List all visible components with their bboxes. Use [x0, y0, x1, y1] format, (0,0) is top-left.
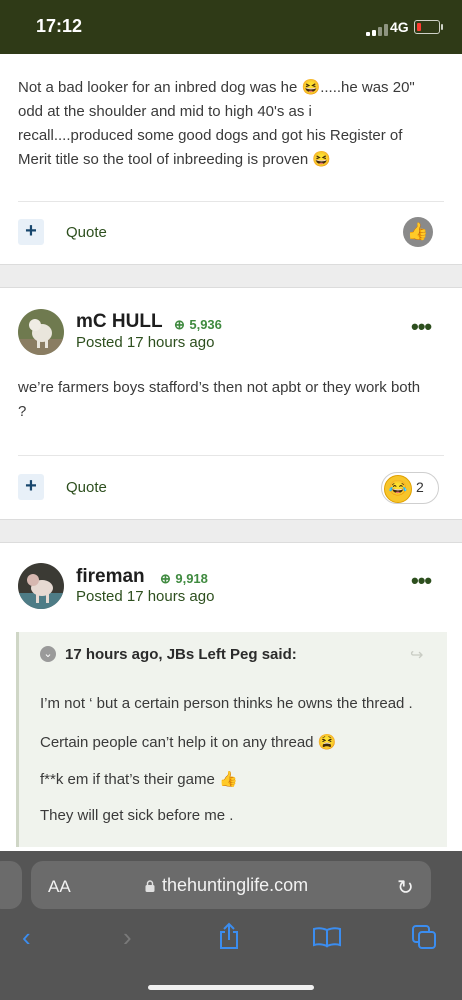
- reaction-count: 2: [416, 479, 424, 495]
- share-arrow-icon[interactable]: ↪: [410, 645, 423, 665]
- post-2-divider: [18, 455, 444, 456]
- post-1-divider: [18, 201, 444, 202]
- reputation-badge: ⊕ 9,918: [160, 570, 208, 588]
- chevron-down-icon[interactable]: ⌄: [40, 646, 56, 662]
- avatar[interactable]: [18, 563, 64, 609]
- post-2-line: we’re farmers boys stafford’s then not a…: [18, 379, 421, 396]
- post-3-author[interactable]: fireman: [76, 566, 145, 588]
- avatar[interactable]: [18, 309, 64, 355]
- share-icon[interactable]: [217, 922, 241, 950]
- post-1-line: Merit title so the tool of inbreeding is…: [18, 151, 332, 168]
- post-1-line: Not a bad looker for an inbred dog was h…: [18, 79, 415, 96]
- quote-line: They will get sick before me .: [40, 807, 234, 824]
- previous-tab[interactable]: [0, 861, 22, 909]
- back-icon[interactable]: ‹: [22, 922, 31, 953]
- home-indicator[interactable]: [148, 985, 314, 990]
- post-2-timestamp[interactable]: Posted 17 hours ago: [76, 334, 214, 351]
- quote-button[interactable]: Quote: [66, 224, 107, 241]
- post-1-body: Not a bad looker for an inbred dog was h…: [18, 76, 448, 172]
- multiquote-button[interactable]: +: [18, 219, 44, 245]
- post-menu-icon[interactable]: •••: [411, 314, 432, 340]
- reputation-count: 9,918: [175, 571, 208, 586]
- plus-circle-icon: ⊕: [160, 571, 171, 586]
- post-menu-icon[interactable]: •••: [411, 568, 432, 594]
- reader-aa-button[interactable]: AA: [48, 877, 71, 897]
- reload-icon[interactable]: ↻: [397, 875, 414, 900]
- signal-icon: [366, 24, 388, 36]
- laughing-emoji-icon: 😂: [384, 475, 412, 503]
- reaction-badge[interactable]: 😂 2: [381, 472, 439, 504]
- status-time: 17:12: [36, 16, 83, 36]
- post-1-line: recall....produced some good dogs and go…: [18, 127, 403, 144]
- tabs-icon[interactable]: [411, 924, 437, 950]
- quote-button[interactable]: Quote: [66, 479, 107, 496]
- url-text[interactable]: thehuntinglife.com: [162, 875, 308, 896]
- post-1-line: odd at the shoulder and mid to high 40's…: [18, 103, 312, 120]
- thumbs-up-icon[interactable]: 👍: [403, 217, 433, 247]
- quote-header[interactable]: 17 hours ago, JBs Left Peg said:: [65, 646, 297, 663]
- post-separator: [0, 264, 462, 288]
- reputation-count: 5,936: [189, 317, 222, 332]
- post-3-timestamp[interactable]: Posted 17 hours ago: [76, 588, 214, 605]
- post-2-body: we’re farmers boys stafford’s then not a…: [18, 376, 448, 424]
- plus-circle-icon: ⊕: [174, 317, 185, 332]
- quote-line: Certain people can’t help it on any thre…: [40, 734, 337, 751]
- post-2-author[interactable]: mC HULL: [76, 311, 163, 333]
- bookmarks-icon[interactable]: [312, 926, 342, 948]
- multiquote-button[interactable]: +: [18, 474, 44, 500]
- post-2-line: ?: [18, 403, 27, 420]
- quote-line: I’m not ‘ but a certain person thinks he…: [40, 695, 413, 712]
- post-separator: [0, 519, 462, 543]
- battery-icon: [414, 20, 443, 34]
- reputation-badge: ⊕ 5,936: [174, 316, 222, 334]
- network-type: 4G: [390, 19, 409, 35]
- quote-line: f**k em if that’s their game 👍: [40, 771, 238, 788]
- lock-icon: [145, 880, 155, 892]
- forward-icon[interactable]: ›: [123, 922, 132, 953]
